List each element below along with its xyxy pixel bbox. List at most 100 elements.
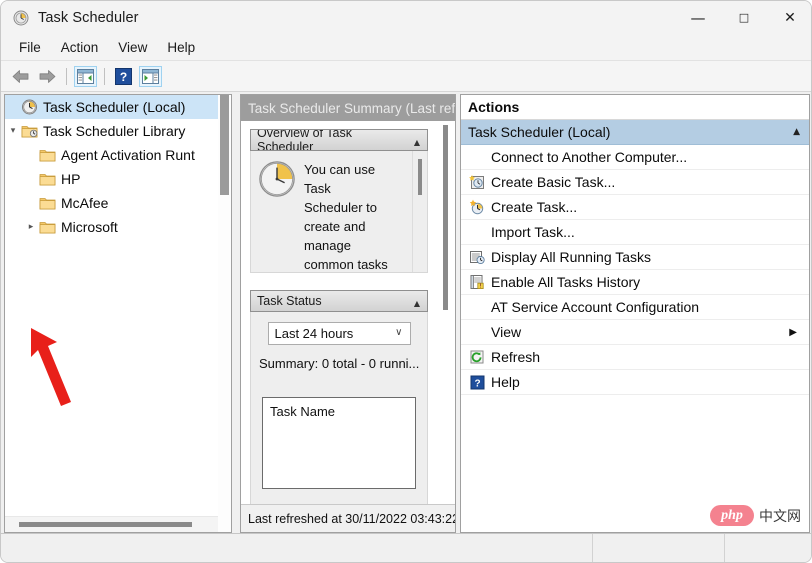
- action-view[interactable]: View ▶: [461, 320, 809, 345]
- task-status-summary: Summary: 0 total - 0 runni...: [259, 356, 420, 371]
- task-status-card: Task Status ▲ Last 24 hours ∨ Summary: 0…: [250, 290, 428, 504]
- show-hide-action-pane-button[interactable]: [137, 64, 163, 88]
- menu-help[interactable]: Help: [157, 37, 205, 58]
- action-label: Help: [491, 374, 520, 390]
- tree-item-label: Agent Activation Runt: [61, 147, 195, 163]
- overview-card-title: Overview of Task Scheduler: [257, 129, 352, 151]
- tree-item-label: Microsoft: [61, 219, 118, 235]
- action-label: AT Service Account Configuration: [491, 299, 700, 315]
- task-name-column-header: Task Name: [270, 404, 336, 419]
- menu-view[interactable]: View: [108, 37, 157, 58]
- content-area: ▸ Task Scheduler (Local) ▾: [1, 92, 811, 535]
- action-label: Enable All Tasks History: [491, 274, 641, 290]
- tree-item-label: Task Scheduler Library: [43, 123, 186, 139]
- action-display-all-running-tasks[interactable]: Display All Running Tasks: [461, 245, 809, 270]
- create-task-icon: [466, 199, 488, 215]
- overview-card-header[interactable]: Overview of Task Scheduler ▲: [250, 129, 428, 151]
- submenu-arrow-icon[interactable]: ▶: [789, 327, 797, 338]
- tree-vertical-scrollbar[interactable]: [218, 95, 231, 532]
- tree-item-agent-activation-runtime[interactable]: ▸ Agent Activation Runt: [5, 143, 231, 167]
- status-cell-right: [725, 534, 811, 562]
- time-range-value: Last 24 hours: [274, 326, 354, 341]
- tree-item-label: HP: [61, 171, 81, 187]
- help-button[interactable]: ?: [110, 64, 136, 88]
- actions-group-task-scheduler-local[interactable]: Task Scheduler (Local) ▲: [461, 120, 809, 145]
- action-create-task[interactable]: Create Task...: [461, 195, 809, 220]
- action-label: Create Basic Task...: [491, 174, 616, 190]
- chevron-placeholder-icon: ▸: [5, 95, 21, 119]
- window-controls: — □ ✕: [675, 1, 811, 34]
- overview-scroll-thumb[interactable]: [418, 159, 422, 195]
- chevron-down-icon[interactable]: ∨: [395, 327, 402, 338]
- overview-card: Overview of Task Scheduler ▲ You can use…: [250, 129, 428, 273]
- tasks-history-icon: !: [466, 274, 488, 290]
- collapse-up-icon[interactable]: ▲: [793, 127, 800, 137]
- summary-vertical-scrollbar[interactable]: [438, 121, 455, 504]
- action-create-basic-task[interactable]: Create Basic Task...: [461, 170, 809, 195]
- action-help[interactable]: ? Help: [461, 370, 809, 395]
- chevron-placeholder-icon: ▸: [23, 167, 39, 191]
- show-hide-console-tree-button[interactable]: [72, 64, 98, 88]
- menu-file[interactable]: File: [9, 37, 51, 58]
- actions-pane: Actions Task Scheduler (Local) ▲ Connect…: [460, 94, 810, 533]
- tree-horizontal-scrollbar[interactable]: [5, 516, 218, 532]
- summary-pane-body: Overview of Task Scheduler ▲ You can use…: [241, 121, 455, 504]
- task-name-grid[interactable]: Task Name: [262, 397, 416, 489]
- chevron-down-icon[interactable]: ▾: [5, 119, 21, 143]
- svg-text:?: ?: [474, 378, 480, 389]
- action-label: Create Task...: [491, 199, 578, 215]
- menu-action[interactable]: Action: [51, 37, 109, 58]
- maximize-button[interactable]: □: [721, 1, 767, 34]
- action-label: Display All Running Tasks: [491, 249, 652, 265]
- status-cell-left: [1, 534, 593, 562]
- forward-button[interactable]: [34, 64, 60, 88]
- summary-pane-header: Task Scheduler Summary (Last refreshed: [241, 95, 455, 121]
- actions-group-label: Task Scheduler (Local): [468, 124, 611, 140]
- show-hide-console-tree-icon: [73, 65, 97, 87]
- overview-description: You can use Task Scheduler to create and…: [304, 162, 388, 272]
- clock-icon: [259, 161, 295, 197]
- action-at-service-account-configuration[interactable]: AT Service Account Configuration: [461, 295, 809, 320]
- task-status-card-header[interactable]: Task Status ▲: [250, 290, 428, 312]
- minimize-button[interactable]: —: [675, 1, 721, 34]
- action-label: Refresh: [491, 349, 541, 365]
- help-icon: ?: [114, 67, 132, 85]
- close-button[interactable]: ✕: [767, 1, 811, 34]
- folder-icon: [39, 174, 56, 186]
- svg-text:?: ?: [119, 70, 126, 84]
- tree-item-hp[interactable]: ▸ HP: [5, 167, 231, 191]
- chevron-right-icon[interactable]: ▸: [23, 215, 39, 239]
- collapse-up-icon[interactable]: ▲: [414, 136, 420, 150]
- folder-icon: [39, 222, 56, 234]
- tree-horizontal-scroll-thumb[interactable]: [19, 522, 192, 527]
- action-refresh[interactable]: Refresh: [461, 345, 809, 370]
- summary-vertical-scroll-thumb[interactable]: [443, 125, 448, 310]
- menu-bar: File Action View Help: [1, 34, 811, 61]
- watermark-cn-text: 中文网: [759, 508, 801, 525]
- action-connect-to-another-computer[interactable]: Connect to Another Computer...: [461, 145, 809, 170]
- toolbar-separator-2: [104, 67, 105, 85]
- action-label: Import Task...: [491, 224, 575, 240]
- action-import-task[interactable]: Import Task...: [461, 220, 809, 245]
- forward-icon: [39, 69, 55, 83]
- running-tasks-icon: [466, 249, 488, 265]
- tree-item-mcafee[interactable]: ▸ McAfee: [5, 191, 231, 215]
- back-button[interactable]: [7, 64, 33, 88]
- folder-icon: [39, 150, 56, 162]
- overview-card-body: You can use Task Scheduler to create and…: [250, 151, 428, 273]
- collapse-up-icon[interactable]: ▲: [414, 297, 420, 311]
- tree-vertical-scroll-thumb[interactable]: [220, 95, 229, 195]
- title-bar: Task Scheduler — □ ✕: [1, 1, 811, 34]
- tree-item-task-scheduler-local[interactable]: ▸ Task Scheduler (Local): [5, 95, 231, 119]
- status-bar: [1, 533, 811, 562]
- action-label: Connect to Another Computer...: [491, 149, 688, 165]
- tree-item-microsoft[interactable]: ▸ Microsoft: [5, 215, 231, 239]
- status-cell-middle: [593, 534, 725, 562]
- no-icon: [466, 299, 488, 315]
- site-watermark: php 中文网: [710, 505, 801, 526]
- clock-icon: [22, 99, 37, 115]
- tree-item-task-scheduler-library[interactable]: ▾ Task Scheduler Library: [5, 119, 231, 143]
- no-icon: [466, 324, 488, 340]
- time-range-select[interactable]: Last 24 hours ∨: [267, 322, 411, 345]
- action-enable-all-tasks-history[interactable]: ! Enable All Tasks History: [461, 270, 809, 295]
